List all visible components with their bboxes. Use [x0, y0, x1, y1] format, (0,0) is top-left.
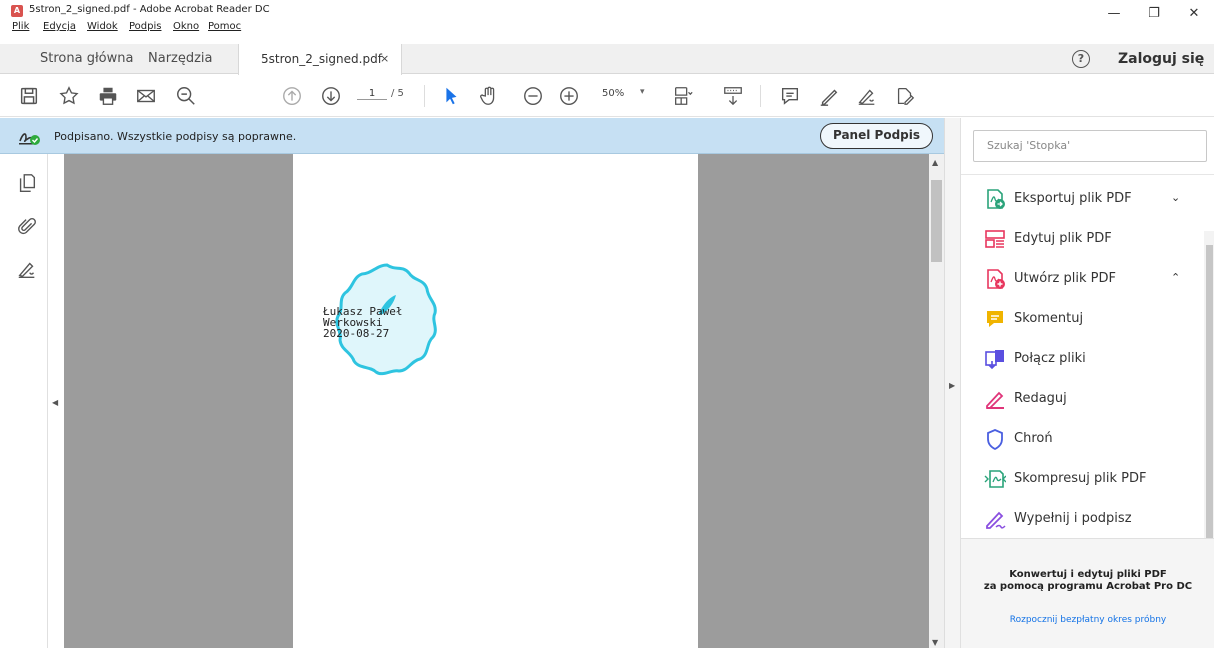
tab-document[interactable]: 5stron_2_signed.pdf ×: [238, 44, 402, 75]
tab-tools[interactable]: Narzędzia: [148, 44, 213, 74]
menu-okno[interactable]: Okno: [173, 21, 199, 32]
right-panel-toggle[interactable]: ▶: [944, 118, 960, 648]
menu-edycja[interactable]: Edycja: [43, 21, 76, 32]
tool-label: Chroń: [1014, 431, 1053, 446]
tab-home[interactable]: Strona główna: [40, 44, 133, 74]
fill-sign-icon[interactable]: [892, 83, 918, 109]
chevron-down-icon[interactable]: ▾: [640, 87, 645, 97]
tool-label: Edytuj plik PDF: [1014, 231, 1112, 246]
signature-stamp-text: Łukasz Paweł Werkowski 2020-08-27: [323, 305, 403, 340]
select-cursor-icon[interactable]: [438, 83, 464, 109]
tool-label: Eksportuj plik PDF: [1014, 191, 1132, 206]
signature-valid-icon: [18, 128, 40, 145]
search-zoom-icon[interactable]: [173, 83, 199, 109]
login-button[interactable]: Zaloguj się: [1118, 44, 1204, 74]
title-bar: A 5stron_2_signed.pdf - Adobe Acrobat Re…: [0, 0, 1214, 21]
tool-comment[interactable]: Skomentuj: [961, 301, 1201, 337]
tab-document-label: 5stron_2_signed.pdf: [261, 52, 382, 66]
tool-label: Utwórz plik PDF: [1014, 271, 1116, 286]
scroll-up-icon[interactable]: ▲: [932, 158, 938, 167]
page-total: / 5: [391, 88, 404, 99]
zoom-in-icon[interactable]: [556, 83, 582, 109]
chevron-up-icon[interactable]: ⌃: [1171, 271, 1180, 284]
tool-fill-sign[interactable]: Wypełnij i podpisz: [961, 501, 1201, 537]
highlight-pen-icon[interactable]: [816, 83, 842, 109]
comment-icon: [987, 311, 1003, 327]
page-number-input[interactable]: 1: [357, 88, 387, 100]
scrollbar-thumb[interactable]: [931, 180, 942, 262]
chevron-down-icon[interactable]: ⌄: [1171, 191, 1180, 204]
page-thumbnails-icon[interactable]: [16, 172, 38, 194]
tool-label: Wypełnij i podpisz: [1014, 511, 1132, 526]
tool-protect[interactable]: Chroń: [961, 421, 1201, 457]
attachments-icon[interactable]: [16, 216, 38, 238]
upgrade-promo: Konwertuj i edytuj pliki PDF za pomocą p…: [961, 538, 1214, 648]
toolbar-divider: [424, 85, 425, 107]
scrollbar-thumb[interactable]: [1206, 245, 1213, 575]
bookmark-star-icon[interactable]: [56, 83, 82, 109]
promo-text: Konwertuj i edytuj pliki PDF za pomocą p…: [983, 569, 1193, 592]
tool-edit-pdf[interactable]: Edytuj plik PDF: [961, 221, 1201, 257]
compress-pdf-icon: [984, 470, 1006, 488]
toolbar-divider: [760, 85, 761, 107]
document-scrollbar[interactable]: ▲ ▼: [929, 154, 944, 648]
create-pdf-icon: [987, 269, 1005, 289]
tab-bar: Strona główna Narzędzia 5stron_2_signed.…: [0, 44, 1214, 75]
tools-list: Eksportuj plik PDF ⌄ Edytuj plik PDF Utw…: [961, 174, 1214, 595]
hand-tool-icon[interactable]: [476, 83, 502, 109]
tool-label: Redaguj: [1014, 391, 1067, 406]
zoom-out-icon[interactable]: [520, 83, 546, 109]
menu-widok[interactable]: Widok: [87, 21, 118, 32]
fill-sign-icon: [986, 511, 1006, 529]
next-page-icon[interactable]: [318, 83, 344, 109]
tool-export-pdf[interactable]: Eksportuj plik PDF ⌄: [961, 181, 1201, 217]
print-icon[interactable]: [95, 83, 121, 109]
left-navigation-rail: [0, 154, 48, 648]
minimize-button[interactable]: —: [1094, 0, 1134, 28]
tool-redact[interactable]: Redaguj: [961, 381, 1201, 417]
document-viewport[interactable]: Łukasz Paweł Werkowski 2020-08-27: [64, 154, 929, 648]
menu-bar: Plik Edycja Widok Podpis Okno Pomoc: [0, 21, 700, 41]
edit-pdf-icon: [985, 230, 1005, 248]
zoom-level-dropdown[interactable]: 50%: [602, 88, 624, 99]
email-icon[interactable]: [133, 83, 159, 109]
tools-pane: Szukaj 'Stopka' Eksportuj plik PDF ⌄ Edy…: [960, 118, 1214, 648]
scroll-mode-icon[interactable]: [720, 83, 746, 109]
combine-files-icon: [985, 350, 1004, 370]
signature-status-bar: Podpisano. Wszystkie podpisy są poprawne…: [0, 118, 944, 154]
comment-icon[interactable]: [777, 83, 803, 109]
signature-panel-button[interactable]: Panel Podpis: [820, 123, 933, 149]
export-pdf-icon: [987, 189, 1005, 209]
tool-label: Skomentuj: [1014, 311, 1084, 326]
sign-icon[interactable]: [854, 83, 880, 109]
scroll-down-icon[interactable]: ▼: [932, 638, 938, 647]
acrobat-icon: A: [11, 5, 23, 17]
tool-create-pdf[interactable]: Utwórz plik PDF ⌃: [961, 261, 1201, 297]
tool-combine-files[interactable]: Połącz pliki: [961, 341, 1201, 377]
menu-pomoc[interactable]: Pomoc: [208, 21, 241, 32]
window-title: 5stron_2_signed.pdf - Adobe Acrobat Read…: [29, 4, 270, 15]
tool-compress-pdf[interactable]: Skompresuj plik PDF: [961, 461, 1201, 497]
protect-icon: [987, 429, 1003, 450]
pdf-page: Łukasz Paweł Werkowski 2020-08-27: [293, 154, 698, 648]
close-window-button[interactable]: ✕: [1174, 0, 1214, 28]
redact-icon: [986, 391, 1004, 409]
tool-label: Skompresuj plik PDF: [1014, 471, 1147, 486]
signatures-panel-icon[interactable]: [16, 258, 38, 280]
restore-button[interactable]: ❐: [1134, 0, 1174, 28]
signature-status-message: Podpisano. Wszystkie podpisy są poprawne…: [54, 130, 297, 143]
previous-page-icon[interactable]: [279, 83, 305, 109]
save-icon[interactable]: [16, 83, 42, 109]
page-fit-icon[interactable]: [670, 83, 696, 109]
help-icon[interactable]: ?: [1072, 50, 1090, 68]
tools-search-input[interactable]: Szukaj 'Stopka': [973, 130, 1207, 162]
collapse-left-panel-icon[interactable]: ◀: [52, 398, 58, 407]
free-trial-link[interactable]: Rozpocznij bezpłatny okres próbny: [961, 615, 1214, 625]
collapse-right-panel-icon[interactable]: ▶: [949, 381, 955, 390]
tab-close-icon[interactable]: ×: [380, 44, 389, 74]
menu-plik[interactable]: Plik: [12, 21, 29, 32]
toolbar: 1 / 5 50% ▾: [0, 75, 1214, 117]
tool-label: Połącz pliki: [1014, 351, 1086, 366]
menu-podpis[interactable]: Podpis: [129, 21, 161, 32]
